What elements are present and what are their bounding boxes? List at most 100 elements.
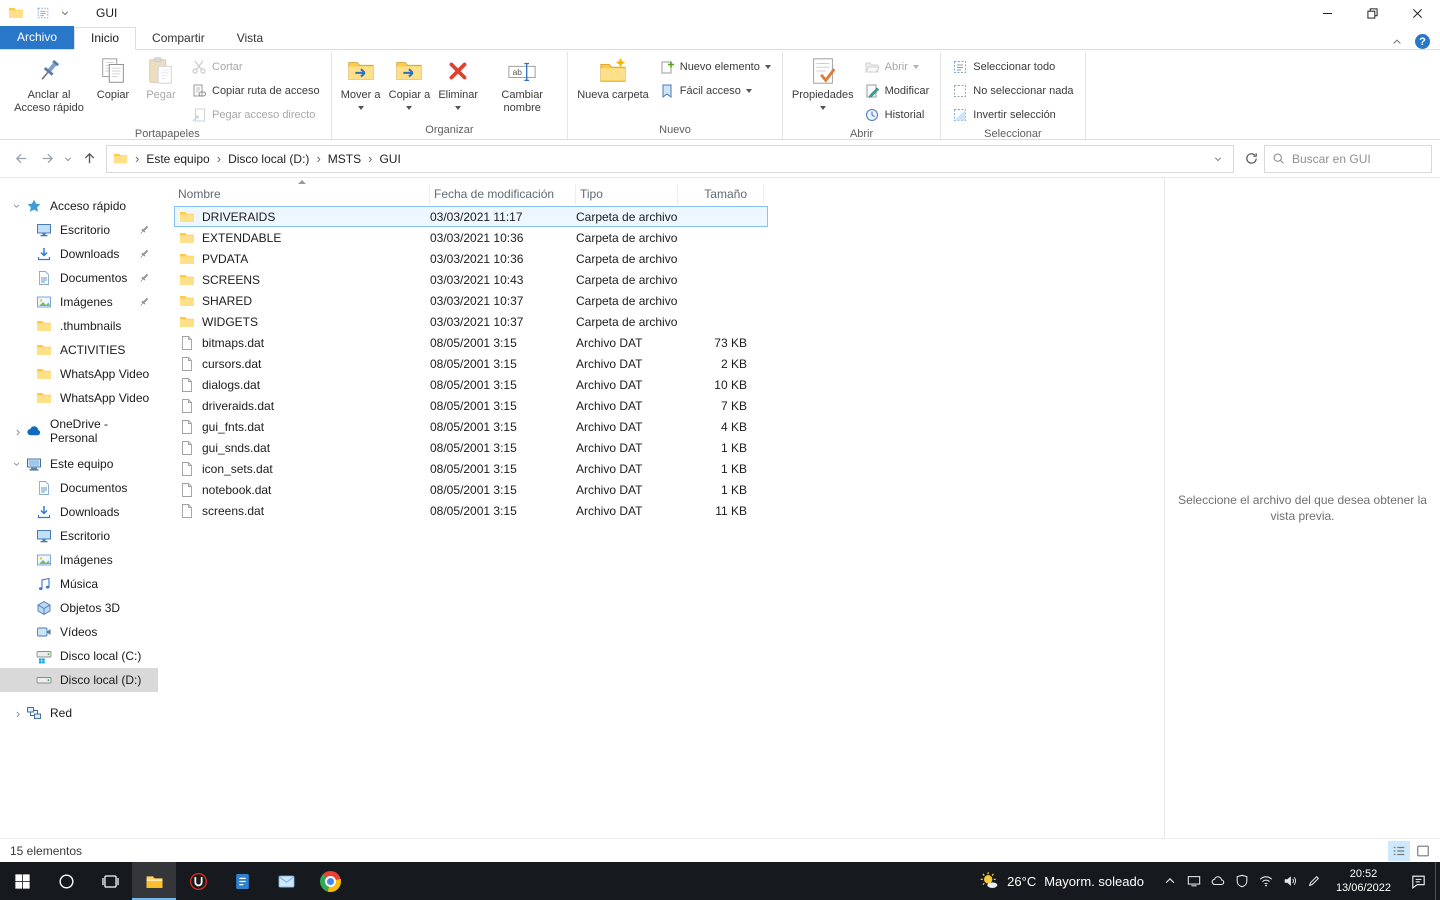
copy-path-button[interactable]: Copiar ruta de acceso: [186, 79, 325, 102]
search-cortana-button[interactable]: [44, 862, 88, 900]
sidebar-item[interactable]: Imágenes: [0, 548, 158, 572]
sidebar-item[interactable]: Downloads: [0, 242, 158, 266]
new-item-button[interactable]: Nuevo elemento: [654, 55, 776, 78]
sidebar-item[interactable]: Imágenes: [0, 290, 158, 314]
file-row[interactable]: SCREENS 03/03/2021 10:43 Carpeta de arch…: [174, 269, 768, 290]
select-none-button[interactable]: No seleccionar nada: [947, 79, 1078, 102]
thumbnails-view-button[interactable]: [1412, 841, 1434, 861]
sidebar-item[interactable]: .thumbnails: [0, 314, 158, 338]
taskbar-explorer-button[interactable]: [132, 862, 176, 900]
tray-pen-icon[interactable]: [1302, 862, 1326, 900]
taskbar-editor-app-button[interactable]: [220, 862, 264, 900]
paste-button[interactable]: Pegar: [138, 53, 184, 103]
sidebar-item[interactable]: Objetos 3D: [0, 596, 158, 620]
sidebar-item[interactable]: OneDrive - Personal: [0, 419, 158, 443]
open-button[interactable]: Abrir: [859, 55, 935, 78]
taskbar-u-app-button[interactable]: [176, 862, 220, 900]
sidebar-item[interactable]: Escritorio: [0, 218, 158, 242]
rename-button[interactable]: Cambiar nombre: [483, 53, 561, 116]
address-dropdown-chevron-icon[interactable]: [1207, 154, 1229, 164]
file-row[interactable]: gui_snds.dat 08/05/2001 3:15 Archivo DAT…: [174, 437, 768, 458]
close-button[interactable]: [1395, 0, 1440, 26]
file-row[interactable]: PVDATA 03/03/2021 10:36 Carpeta de archi…: [174, 248, 768, 269]
recent-locations-chevron[interactable]: [60, 146, 76, 172]
breadcrumb-item[interactable]: › MSTS: [311, 146, 363, 172]
column-header-type[interactable]: Tipo: [576, 184, 678, 204]
breadcrumb-item[interactable]: › Disco local (D:): [212, 146, 312, 172]
sidebar-item[interactable]: Documentos: [0, 266, 158, 290]
tray-onedrive-icon[interactable]: [1206, 862, 1230, 900]
refresh-button[interactable]: [1238, 146, 1264, 172]
help-button[interactable]: ?: [1415, 34, 1430, 49]
tray-display-icon[interactable]: [1182, 862, 1206, 900]
breadcrumb-item[interactable]: › Este equipo: [130, 146, 212, 172]
file-row[interactable]: screens.dat 08/05/2001 3:15 Archivo DAT …: [174, 500, 768, 521]
file-row[interactable]: EXTENDABLE 03/03/2021 10:36 Carpeta de a…: [174, 227, 768, 248]
sidebar-item[interactable]: Downloads: [0, 500, 158, 524]
weather-widget[interactable]: 26°C Mayorm. soleado: [965, 862, 1158, 900]
sidebar-item[interactable]: Disco local (C:): [0, 644, 158, 668]
edit-button[interactable]: Modificar: [859, 79, 935, 102]
sidebar-item[interactable]: Documentos: [0, 476, 158, 500]
forward-button[interactable]: [34, 146, 60, 172]
sidebar-item[interactable]: Disco local (D:): [0, 668, 158, 692]
address-breadcrumb-bar[interactable]: › Este equipo › Disco local (D:) › MSTS …: [106, 145, 1234, 173]
sidebar-item[interactable]: WhatsApp Video: [0, 362, 158, 386]
tray-security-icon[interactable]: [1230, 862, 1254, 900]
copy-to-button[interactable]: Copiar a: [386, 53, 434, 111]
new-folder-button[interactable]: Nueva carpeta: [574, 53, 652, 103]
details-view-button[interactable]: [1388, 841, 1410, 861]
sidebar-item[interactable]: Música: [0, 572, 158, 596]
taskbar-clock[interactable]: 20:52 13/06/2022: [1326, 862, 1401, 900]
sidebar-item[interactable]: Vídeos: [0, 620, 158, 644]
show-desktop-button[interactable]: [1435, 862, 1440, 900]
search-box[interactable]: [1264, 145, 1432, 173]
hidden-icons-chevron[interactable]: [1158, 862, 1182, 900]
sidebar-item[interactable]: ACTIVITIES: [0, 338, 158, 362]
qat-properties-icon[interactable]: [36, 6, 50, 20]
breadcrumb-chevron-icon[interactable]: ›: [316, 151, 320, 166]
file-menu-tab[interactable]: Archivo: [0, 26, 74, 49]
expand-chevron-icon[interactable]: [11, 458, 25, 470]
file-row[interactable]: SHARED 03/03/2021 10:37 Carpeta de archi…: [174, 290, 768, 311]
minimize-button[interactable]: [1305, 0, 1350, 26]
delete-button[interactable]: Eliminar: [435, 53, 481, 111]
paste-shortcut-button[interactable]: Pegar acceso directo: [186, 103, 325, 126]
cut-button[interactable]: Cortar: [186, 55, 325, 78]
breadcrumb-chevron-icon[interactable]: ›: [217, 151, 221, 166]
search-input[interactable]: [1292, 152, 1424, 166]
start-button[interactable]: [0, 862, 44, 900]
qat-customize-chevron-icon[interactable]: [60, 8, 70, 18]
column-header-size[interactable]: Tamaño: [678, 184, 764, 204]
back-button[interactable]: [8, 146, 34, 172]
select-all-button[interactable]: Seleccionar todo: [947, 55, 1078, 78]
action-center-button[interactable]: [1401, 862, 1435, 900]
breadcrumb-chevron-icon[interactable]: ›: [368, 151, 372, 166]
copy-button[interactable]: Copiar: [90, 53, 136, 103]
file-row[interactable]: driveraids.dat 08/05/2001 3:15 Archivo D…: [174, 395, 768, 416]
tab-vista[interactable]: Vista: [221, 28, 279, 49]
restore-button[interactable]: [1350, 0, 1395, 26]
expand-chevron-icon[interactable]: [12, 424, 24, 438]
expand-chevron-icon[interactable]: [12, 706, 24, 720]
sidebar-item[interactable]: WhatsApp Video: [0, 386, 158, 410]
column-header-name[interactable]: Nombre: [174, 184, 430, 204]
sidebar-item[interactable]: Este equipo: [0, 452, 158, 476]
breadcrumb-item[interactable]: › GUI: [363, 146, 403, 172]
file-row[interactable]: WIDGETS 03/03/2021 10:37 Carpeta de arch…: [174, 311, 768, 332]
tab-inicio[interactable]: Inicio: [74, 27, 136, 50]
taskbar-mail-button[interactable]: [264, 862, 308, 900]
file-row[interactable]: bitmaps.dat 08/05/2001 3:15 Archivo DAT …: [174, 332, 768, 353]
up-button[interactable]: [76, 146, 102, 172]
breadcrumb-chevron-icon[interactable]: ›: [135, 151, 139, 166]
sidebar-item[interactable]: Red: [0, 701, 158, 725]
tray-volume-icon[interactable]: [1278, 862, 1302, 900]
file-row[interactable]: icon_sets.dat 08/05/2001 3:15 Archivo DA…: [174, 458, 768, 479]
file-row[interactable]: dialogs.dat 08/05/2001 3:15 Archivo DAT …: [174, 374, 768, 395]
file-row[interactable]: gui_fnts.dat 08/05/2001 3:15 Archivo DAT…: [174, 416, 768, 437]
file-row[interactable]: notebook.dat 08/05/2001 3:15 Archivo DAT…: [174, 479, 768, 500]
tab-compartir[interactable]: Compartir: [136, 28, 221, 49]
sidebar-item[interactable]: Acceso rápido: [0, 194, 158, 218]
expand-chevron-icon[interactable]: [11, 200, 25, 212]
file-row[interactable]: cursors.dat 08/05/2001 3:15 Archivo DAT …: [174, 353, 768, 374]
